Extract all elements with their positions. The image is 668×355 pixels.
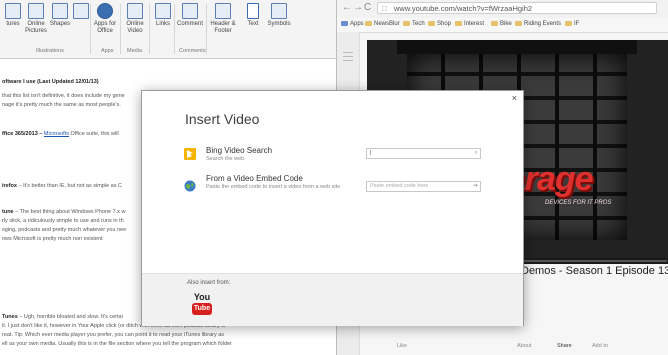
online-video-icon [127,3,143,19]
ribbon-divider [206,4,207,54]
reload-icon[interactable]: C [364,2,371,13]
bookmark-tech[interactable]: Tech [403,21,425,27]
header-footer-button[interactable]: Header & Footer [210,3,236,35]
group-label-comments: Comments [179,48,206,54]
text-button[interactable]: Text [240,3,266,28]
shapes-icon [52,3,68,19]
menu-line [343,60,353,61]
bookmark-interest[interactable]: Interest [455,21,484,27]
pictures-icon [5,3,21,19]
video-title: Demos - Season 1 Episode 13 [521,265,668,277]
dialog-footer: Also insert from: You Tube [142,273,523,326]
embed-placeholder: Paste embed code here [370,183,429,189]
also-insert-label: Also insert from: [187,280,231,286]
add-to-tab[interactable]: Add to [592,343,608,349]
folder-icon [455,21,462,26]
doc-line: ows Microsoft is pretty much non existen… [2,236,103,242]
video-actions-bar: Like About Share Add to [367,338,668,355]
bing-search-input[interactable]: | ⌕ [366,148,481,159]
doc-line: rly slick, a ridiculously simple to use … [2,218,124,224]
address-bar[interactable]: □ www.youtube.com/watch?v=fWrzaaHgih2 [377,2,657,14]
back-icon[interactable]: ← [342,2,352,13]
doc-line: ffice 365/2013 – Microsofts Office suite… [2,131,119,137]
online-video-button[interactable]: Online Video [122,3,148,35]
menu-line [343,56,353,57]
group-label-illustrations: Illustrations [36,48,64,54]
text-cursor: | [370,150,372,156]
online-pictures-icon [28,3,44,19]
doc-line: Tunes – Ugh, horrible bloated and slow. … [2,314,123,320]
doc-line: nage it's pretty much the same as most p… [2,102,121,108]
embed-option-desc: Paste the embed code to insert a video f… [206,184,341,190]
symbols-icon [271,3,287,19]
group-label-media: Media [127,48,142,54]
about-tab[interactable]: About [517,343,531,349]
globe-icon [183,179,197,193]
bookmark-riding-events[interactable]: Riding Events [515,21,561,27]
folder-icon [565,21,572,26]
folder-icon [491,21,498,26]
forward-icon[interactable]: → [353,2,363,13]
comment-button[interactable]: Comment [177,3,203,28]
bookmarks-bar: Apps NewsBlur Tech Shop Interest Bike Ri… [337,18,668,33]
text-icon [247,3,259,19]
youtube-logo-you: You [193,292,211,302]
ribbon: tures Online Pictures Shapes Apps for Of… [0,0,336,59]
doc-line: reat. Tip: Which ever media player you p… [2,332,225,338]
comment-icon [182,3,198,19]
group-label-apps: Apps [101,48,114,54]
search-icon[interactable]: ⌕ [475,149,478,158]
doc-line: ell as your own media. Usually this is i… [2,341,232,347]
bookmark-bike[interactable]: Bike [491,21,512,27]
bookmark-if[interactable]: IF [565,21,579,27]
youtube-button[interactable]: You Tube [191,292,213,318]
apps-for-office-button[interactable]: Apps for Office [92,3,118,35]
insert-video-dialog: × Insert Video Bing Video Search Search … [141,90,524,326]
doc-line: sging, podcasts and pretty much whatever… [2,227,127,233]
symbols-button[interactable]: Symbols [266,3,292,28]
embed-code-input[interactable]: Paste embed code here ➔ [366,181,481,192]
share-tab[interactable]: Share [557,343,572,349]
bing-option-title[interactable]: Bing Video Search [206,146,272,155]
folder-icon [428,21,435,26]
page-icon: □ [382,4,387,13]
bookmark-newsblur[interactable]: NewsBlur [365,21,400,27]
bing-option-desc: Search the web [206,156,245,162]
folder-icon [403,21,410,26]
folder-icon [515,21,522,26]
embed-option-title[interactable]: From a Video Embed Code [206,174,303,183]
doc-line: that this list isn't definitive, it does… [2,93,125,99]
apps-icon [97,3,113,19]
bing-icon [183,147,197,161]
header-footer-icon [215,3,231,19]
bookmark-apps[interactable]: Apps [341,21,364,27]
garage-frame [397,40,637,54]
bookmark-shop[interactable]: Shop [428,21,451,27]
smartart-icon [73,3,89,19]
doc-line: oftware I use (Last Updated 12/01/13) [2,79,99,85]
doc-line: tune – The best thing about Windows Phon… [2,209,126,215]
insert-arrow-icon[interactable]: ➔ [473,182,478,191]
microsofts-link[interactable]: Microsofts [44,131,69,137]
ribbon-divider [120,4,121,54]
like-button[interactable]: Like [397,343,407,349]
menu-line [343,52,353,53]
apps-grid-icon [341,21,348,26]
links-button[interactable]: Links [150,3,176,28]
folder-icon [365,21,372,26]
doc-line: irefox – It's better than IE, but not as… [2,183,122,189]
video-tagline: DEVICES FOR IT PROS [545,200,612,206]
ribbon-divider [174,4,175,54]
browser-toolbar: ← → C □ www.youtube.com/watch?v=fWrzaaHg… [337,0,668,18]
online-pictures-button[interactable]: Online Pictures [23,3,49,35]
dialog-title: Insert Video [185,111,260,127]
links-icon [155,3,171,19]
ribbon-divider [90,4,91,54]
close-button[interactable]: × [512,93,517,103]
youtube-logo-tube: Tube [192,303,212,315]
